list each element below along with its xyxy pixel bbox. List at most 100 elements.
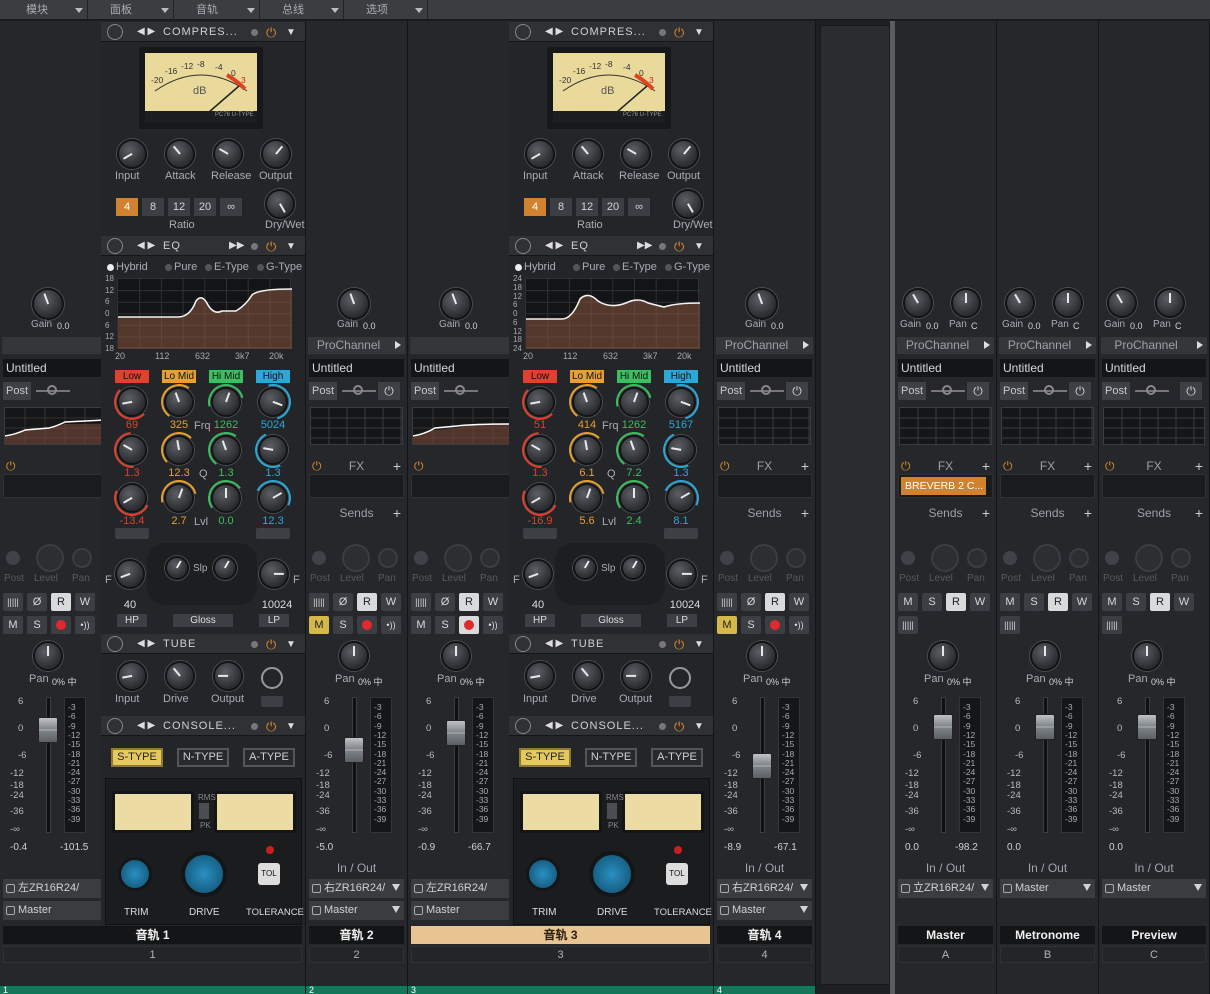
phase-invert-button[interactable]: Ø — [27, 593, 47, 611]
mute-button[interactable]: M — [1102, 593, 1122, 611]
prochannel-header[interactable]: ProChannel — [716, 337, 813, 354]
solo-button[interactable]: S — [1024, 593, 1044, 611]
pure-radio[interactable] — [573, 264, 580, 271]
write-automation-button[interactable]: W — [75, 593, 95, 611]
post-button[interactable]: Post — [309, 382, 338, 400]
gtype-radio[interactable] — [665, 264, 672, 271]
fx-rack[interactable] — [1000, 474, 1095, 498]
input-selector[interactable]: 立ZR16R24/ — [898, 879, 993, 898]
console-type-a-type[interactable]: A-TYPE — [243, 748, 295, 767]
fx-rack[interactable]: BREVERB 2 C... — [898, 474, 993, 498]
write-automation-button[interactable]: W — [970, 593, 990, 611]
gain-knob[interactable] — [746, 288, 778, 320]
input-echo-button[interactable]: ||||| — [898, 616, 918, 634]
module-power-icon[interactable]: ⏻ — [266, 237, 276, 257]
read-automation-button[interactable]: R — [765, 593, 785, 611]
pan-knob[interactable] — [441, 641, 471, 671]
input-selector[interactable]: 右ZR16R24/ — [309, 879, 404, 898]
volume-fader[interactable] — [344, 737, 364, 763]
menu-modules[interactable]: 模块 — [0, 0, 88, 20]
lp-slope-knob[interactable] — [621, 556, 645, 580]
compressor-header[interactable]: ◀ ▶ COMPRES... ⏻ ▼ — [509, 22, 713, 42]
band-himid-toggle[interactable]: Hi Mid — [209, 370, 243, 383]
send-pan-knob[interactable] — [480, 548, 500, 568]
record-arm-button[interactable] — [459, 616, 479, 634]
tube-mode-toggle[interactable] — [261, 696, 283, 707]
lp-slope-knob[interactable] — [213, 556, 237, 580]
fx-add-icon[interactable]: + — [1084, 458, 1092, 474]
mute-button[interactable]: M — [309, 616, 329, 634]
ratio-button-∞[interactable]: ∞ — [220, 198, 242, 216]
post-button[interactable]: Post — [1102, 382, 1131, 400]
gain-knob[interactable] — [1005, 288, 1035, 318]
fx-rack[interactable] — [1102, 474, 1206, 498]
gain-knob[interactable] — [338, 288, 370, 320]
fx-add-icon[interactable]: + — [982, 458, 990, 474]
console-type-s-type[interactable]: S-TYPE — [111, 748, 163, 767]
tolerance-button[interactable]: TOL — [666, 863, 688, 885]
volume-fader[interactable] — [38, 717, 58, 743]
ratio-button-8[interactable]: 8 — [142, 198, 164, 216]
expand-arrow-icon[interactable] — [1197, 341, 1203, 349]
write-automation-button[interactable]: W — [1072, 593, 1092, 611]
compressor-header[interactable]: ◀ ▶ COMPRES... ⏻ ▼ — [101, 22, 305, 43]
gain-knob[interactable] — [903, 288, 933, 318]
track-name[interactable]: Master — [898, 926, 993, 944]
write-automation-button[interactable]: W — [483, 593, 503, 611]
volume-fader[interactable] — [1137, 714, 1157, 740]
solo-button[interactable]: S — [922, 593, 942, 611]
ratio-button-20[interactable]: 20 — [194, 198, 216, 216]
record-arm-button[interactable] — [765, 616, 785, 634]
post-button[interactable]: Post — [898, 382, 927, 400]
input-echo-button[interactable]: ||||| — [717, 593, 737, 611]
phase-invert-button[interactable]: Ø — [435, 593, 455, 611]
send-level-knob[interactable] — [36, 544, 64, 572]
lp-freq-knob[interactable] — [667, 559, 697, 589]
release-knob[interactable] — [621, 139, 651, 169]
trim-knob[interactable] — [118, 857, 152, 891]
eq-graph[interactable] — [117, 278, 293, 349]
rms-pk-switch[interactable] — [199, 803, 209, 819]
pan-knob[interactable] — [339, 641, 369, 671]
module-nav-arrows[interactable]: ◀ ▶ — [545, 22, 563, 42]
low-shelf-toggle[interactable] — [115, 528, 149, 539]
pan-knob[interactable] — [928, 641, 958, 671]
hybrid-radio[interactable] — [515, 264, 522, 271]
read-automation-button[interactable]: R — [51, 593, 71, 611]
ratio-button-8[interactable]: 8 — [550, 198, 572, 216]
volume-fader[interactable] — [933, 714, 953, 740]
menu-panels[interactable]: 面板 — [88, 0, 174, 20]
module-power-icon[interactable]: ⏻ — [266, 717, 276, 737]
send-enable-icon[interactable] — [1003, 551, 1017, 565]
channel-title-box[interactable]: Untitled — [717, 359, 812, 377]
tube-mode-toggle[interactable] — [669, 696, 691, 707]
track-name[interactable]: 音轨 1 — [3, 926, 302, 944]
menu-buses[interactable]: 总线 — [260, 0, 344, 20]
input-monitor-button[interactable]: •)) — [789, 616, 809, 634]
module-menu-icon[interactable]: ▼ — [286, 23, 296, 43]
etype-radio[interactable] — [613, 264, 620, 271]
gain-knob[interactable] — [1107, 288, 1137, 318]
track-name[interactable]: Preview — [1102, 926, 1206, 944]
phase-invert-button[interactable]: Ø — [741, 593, 761, 611]
tube-input-knob[interactable] — [117, 661, 147, 691]
read-automation-button[interactable]: R — [1150, 593, 1170, 611]
read-automation-button[interactable]: R — [459, 593, 479, 611]
module-nav-arrows[interactable]: ◀ ▶ — [137, 22, 155, 42]
module-nav-arrows[interactable]: ◀ ▶ — [545, 236, 563, 256]
output-selector[interactable]: Master — [717, 901, 812, 920]
module-nav-arrows[interactable]: ◀ ▶ — [137, 716, 155, 736]
mute-button[interactable]: M — [898, 593, 918, 611]
input-monitor-button[interactable]: •)) — [381, 616, 401, 634]
solo-button[interactable]: S — [1126, 593, 1146, 611]
eq-header[interactable]: ◀ ▶ EQ ▶▶ ⏻ ▼ — [101, 236, 305, 257]
post-button[interactable]: Post — [1000, 382, 1029, 400]
send-pan-knob[interactable] — [378, 548, 398, 568]
read-automation-button[interactable]: R — [1048, 593, 1068, 611]
hp-freq-knob[interactable] — [115, 559, 145, 589]
tube-input-knob[interactable] — [525, 661, 555, 691]
mute-button[interactable]: M — [1000, 593, 1020, 611]
module-power-icon[interactable]: ⏻ — [674, 717, 684, 737]
fx-add-icon[interactable]: + — [393, 458, 401, 474]
fx-slot-breverb[interactable]: BREVERB 2 C... — [901, 477, 986, 495]
